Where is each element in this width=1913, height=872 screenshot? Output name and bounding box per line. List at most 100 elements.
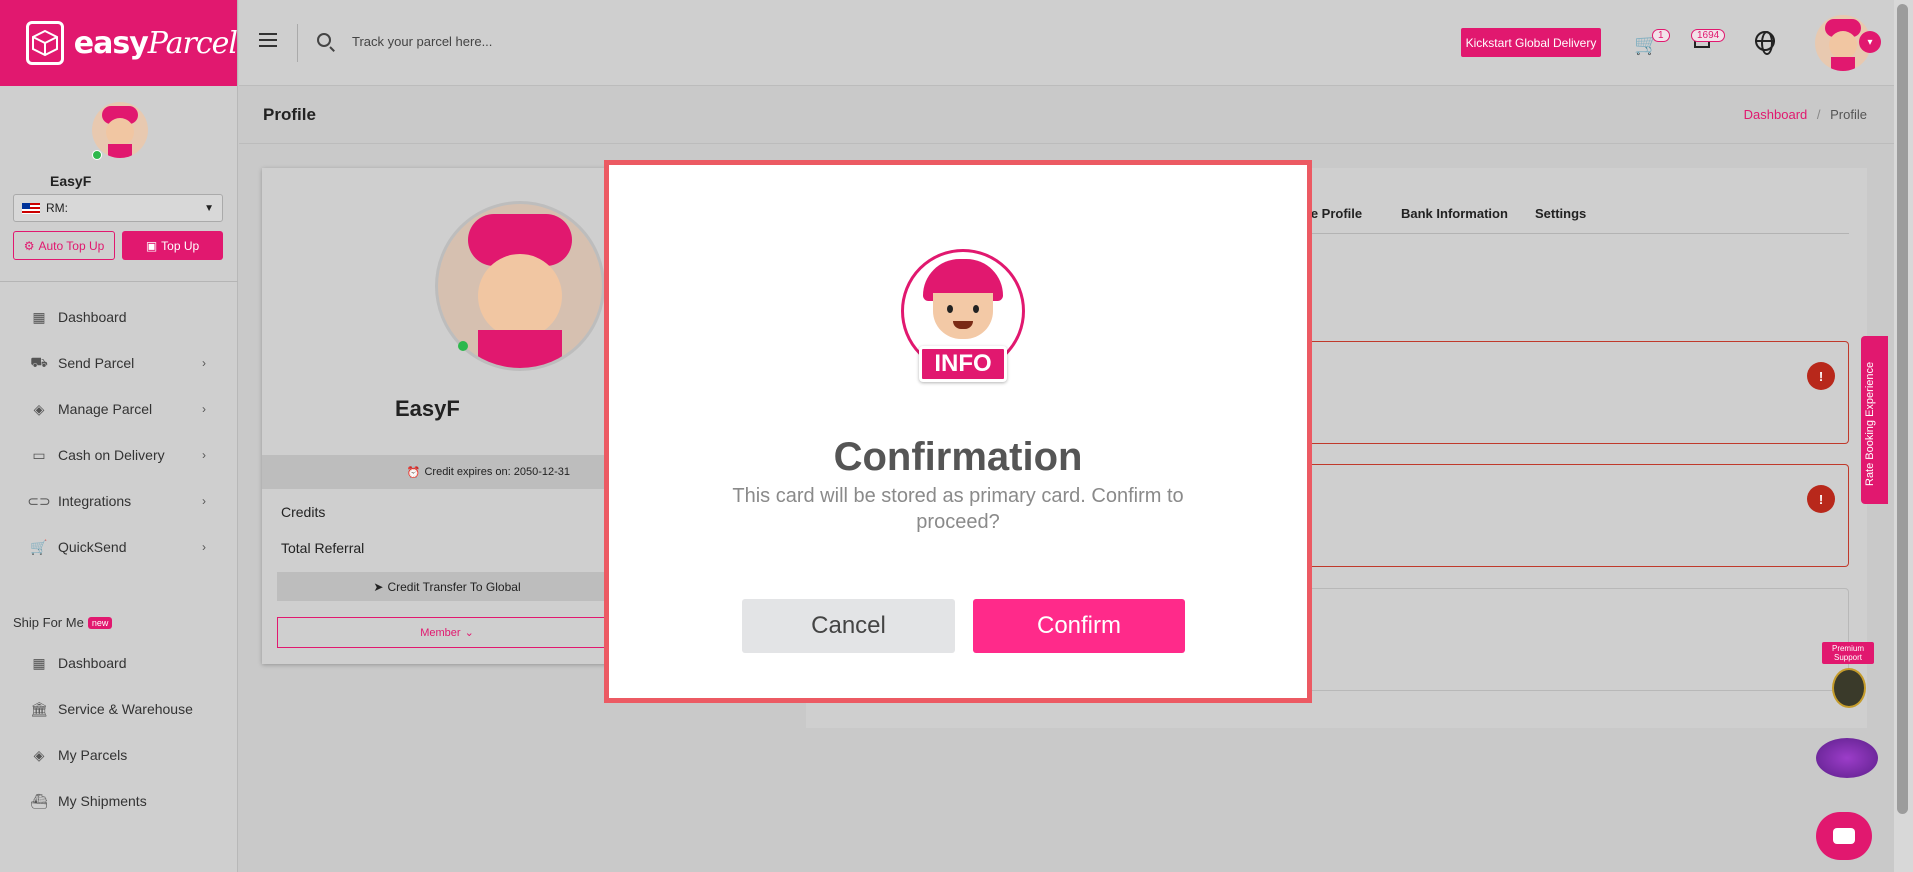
whatsapp-icon[interactable] bbox=[1832, 668, 1866, 708]
breadcrumb-current: Profile bbox=[1830, 107, 1867, 122]
sidebar-item-dashboard[interactable]: ▦ Dashboard bbox=[0, 294, 238, 340]
ship-for-me-heading: Ship For Me new bbox=[13, 615, 113, 630]
sidebar-item-integrations[interactable]: ⊂⊃ Integrations › bbox=[0, 478, 238, 524]
divider bbox=[297, 24, 298, 62]
link-icon: ⊂⊃ bbox=[27, 492, 51, 509]
main-nav: ▦ Dashboard ⛟ Send Parcel › ◈ Manage Par… bbox=[0, 294, 238, 570]
chevron-down-icon: ⌄ bbox=[464, 627, 474, 639]
topup-label: Top Up bbox=[161, 238, 200, 253]
alarm-clock-icon: ⏰ bbox=[406, 466, 421, 479]
online-status-dot bbox=[458, 341, 468, 351]
auto-topup-button[interactable]: ⚙ Auto Top Up bbox=[13, 231, 115, 260]
sidebar-item-label: Dashboard bbox=[58, 655, 127, 671]
credits-label: Credits bbox=[281, 504, 326, 520]
sidebar-item-label: Cash on Delivery bbox=[58, 447, 165, 463]
dialog-title: Confirmation bbox=[833, 435, 1083, 479]
credit-expiry-text: Credit expires on: 2050-12-31 bbox=[424, 466, 570, 478]
dashboard-icon: ▦ bbox=[32, 308, 46, 325]
sidebar-item-label: My Shipments bbox=[58, 793, 147, 809]
user-name: EasyF bbox=[50, 173, 92, 189]
premium-support-badge[interactable]: Premium Support bbox=[1822, 642, 1874, 664]
topup-button[interactable]: ▣ Top Up bbox=[122, 231, 223, 260]
avatar[interactable] bbox=[92, 102, 148, 158]
wallet-currency: RM: bbox=[46, 201, 68, 215]
send-icon: ➤ bbox=[373, 579, 384, 594]
member-dropdown[interactable]: Member ⌄ bbox=[277, 617, 617, 648]
chevron-down-icon: ▼ bbox=[204, 202, 214, 214]
sidebar-item-service-warehouse[interactable]: 🏛 Service & Warehouse bbox=[0, 686, 238, 732]
tab-settings[interactable]: Settings bbox=[1535, 206, 1586, 221]
total-referral-label: Total Referral bbox=[281, 540, 365, 556]
cash-icon: ▭ bbox=[32, 446, 46, 463]
user-menu-chevron-icon[interactable]: ▾ bbox=[1859, 31, 1881, 53]
warehouse-icon: 🏛 bbox=[30, 700, 48, 717]
ship-for-me-label: Ship For Me bbox=[13, 615, 84, 630]
logo[interactable]: easyParcel bbox=[0, 0, 238, 86]
dashboard-icon: ▦ bbox=[32, 654, 46, 671]
online-status-dot bbox=[92, 150, 102, 160]
breadcrumb-dashboard-link[interactable]: Dashboard bbox=[1744, 107, 1808, 122]
sidebar-item-my-parcels[interactable]: ◈ My Parcels bbox=[0, 732, 238, 778]
rate-booking-label: Rate Booking Experience bbox=[1864, 361, 1876, 486]
sidebar-item-sfm-dashboard[interactable]: ▦ Dashboard bbox=[0, 640, 238, 686]
confirmation-dialog: INFO Confirmation This card will be stor… bbox=[604, 160, 1312, 703]
sidebar-item-my-shipments[interactable]: ⛴ My Shipments bbox=[0, 778, 238, 824]
divider bbox=[239, 143, 1894, 144]
sidebar-item-label: My Parcels bbox=[58, 747, 128, 763]
sidebar-item-label: Dashboard bbox=[58, 309, 127, 325]
breadcrumb-separator: / bbox=[1816, 107, 1821, 122]
menu-icon[interactable] bbox=[259, 33, 277, 47]
scrollbar[interactable] bbox=[1894, 0, 1913, 872]
wallet-icon: ▣ bbox=[145, 238, 158, 253]
mystery-box-icon[interactable] bbox=[1816, 738, 1878, 778]
sidebar-item-manage-parcel[interactable]: ◈ Manage Parcel › bbox=[0, 386, 238, 432]
notification-count-badge: 1694 bbox=[1691, 29, 1726, 42]
wallet-select[interactable]: RM: ▼ bbox=[13, 194, 223, 222]
divider bbox=[0, 281, 238, 282]
chevron-right-icon: › bbox=[202, 356, 206, 370]
tab-bank-information[interactable]: Bank Information bbox=[1401, 206, 1508, 221]
chevron-right-icon: › bbox=[202, 540, 206, 554]
rate-booking-experience-tab[interactable]: Rate Booking Experience bbox=[1861, 336, 1888, 504]
info-label: INFO bbox=[919, 346, 1007, 382]
track-parcel-input[interactable]: Track your parcel here... bbox=[352, 34, 492, 49]
new-badge: new bbox=[87, 616, 113, 629]
sidebar-item-quicksend[interactable]: 🛒 QuickSend › bbox=[0, 524, 238, 570]
sidebar-item-label: QuickSend bbox=[58, 539, 127, 555]
credit-expiry-bar: ⏰ Credit expires on: 2050-12-31 bbox=[262, 455, 622, 489]
sidebar-item-label: Service & Warehouse bbox=[58, 701, 193, 717]
confirm-button[interactable]: Confirm bbox=[973, 599, 1185, 653]
sidebar-item-send-parcel[interactable]: ⛟ Send Parcel › bbox=[0, 340, 238, 386]
chevron-right-icon: › bbox=[202, 402, 206, 416]
sidebar: easyParcel EasyF RM: ▼ ⚙ Auto Top Up ▣ T… bbox=[0, 0, 238, 872]
language-globe-icon[interactable] bbox=[1755, 31, 1775, 55]
breadcrumb: Dashboard / Profile bbox=[1744, 107, 1867, 122]
credit-transfer-button[interactable]: ➤ Credit Transfer To Global bbox=[277, 572, 617, 601]
box-logo-icon bbox=[26, 21, 64, 65]
chat-icon[interactable] bbox=[1816, 812, 1872, 860]
credit-transfer-label: Credit Transfer To Global bbox=[387, 579, 521, 594]
top-bar: Track your parcel here... Kickstart Glob… bbox=[239, 0, 1894, 86]
info-mascot-icon: INFO bbox=[901, 249, 1025, 382]
chevron-right-icon: › bbox=[202, 448, 206, 462]
ship-for-me-nav: ▦ Dashboard 🏛 Service & Warehouse ◈ My P… bbox=[0, 640, 238, 824]
auto-topup-label: Auto Top Up bbox=[38, 238, 105, 253]
profile-name: EasyF bbox=[395, 396, 460, 421]
cart-count-badge: 1 bbox=[1652, 29, 1670, 42]
kickstart-global-delivery-button[interactable]: Kickstart Global Delivery bbox=[1461, 28, 1601, 57]
profile-card: EasyF ⏰ Credit expires on: 2050-12-31 Cr… bbox=[262, 168, 622, 664]
sidebar-item-label: Manage Parcel bbox=[58, 401, 153, 417]
gear-icon: ⚙ bbox=[23, 238, 35, 253]
sidebar-item-label: Integrations bbox=[58, 493, 132, 509]
cancel-button[interactable]: Cancel bbox=[742, 599, 955, 653]
ship-icon: ⛴ bbox=[30, 792, 48, 809]
cart-icon: 🛒 bbox=[30, 538, 48, 555]
scrollbar-thumb[interactable] bbox=[1897, 4, 1908, 814]
truck-icon: ⛟ bbox=[30, 353, 48, 370]
page-title: Profile bbox=[263, 105, 316, 124]
exclamation-icon: ! bbox=[1807, 485, 1835, 513]
exclamation-icon: ! bbox=[1807, 362, 1835, 390]
sidebar-item-cash-on-delivery[interactable]: ▭ Cash on Delivery › bbox=[0, 432, 238, 478]
search-icon[interactable] bbox=[317, 33, 331, 47]
logo-text: easyParcel bbox=[73, 25, 238, 61]
